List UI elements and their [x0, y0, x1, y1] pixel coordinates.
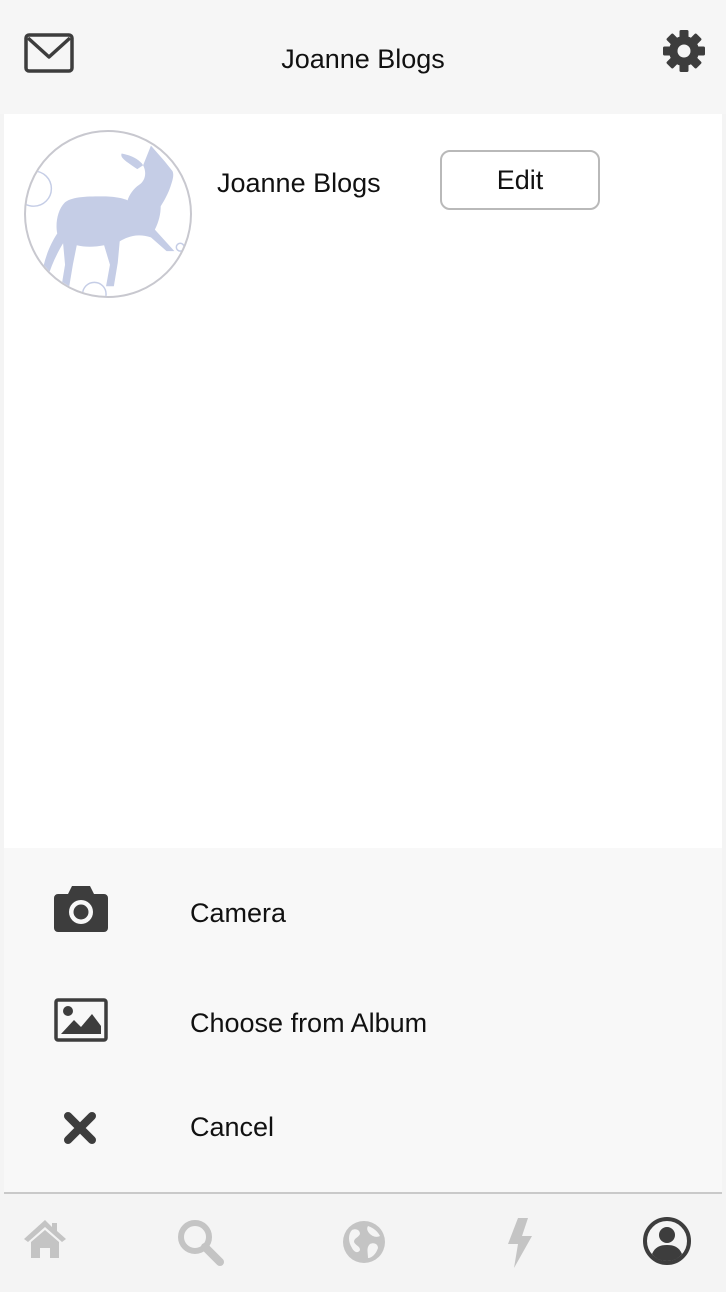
camera-icon — [54, 886, 108, 932]
page-title: Joanne Blogs — [281, 44, 445, 74]
top-nav-bar: Joanne Blogs — [0, 0, 726, 114]
image-icon — [54, 998, 108, 1042]
photo-action-sheet: Camera Choose from Album Cancel — [4, 848, 722, 1194]
album-label: Choose from Album — [190, 1008, 428, 1038]
close-icon — [64, 1112, 96, 1144]
action-cancel[interactable]: Cancel — [4, 1082, 722, 1172]
camera-label: Camera — [190, 898, 287, 928]
search-icon[interactable] — [176, 1218, 224, 1266]
lightning-icon[interactable] — [504, 1218, 536, 1268]
edit-button[interactable]: Edit — [440, 150, 600, 210]
profile-name: Joanne Blogs — [217, 168, 381, 198]
bottom-tab-bar — [0, 1196, 726, 1292]
cancel-label: Cancel — [190, 1112, 275, 1142]
gear-icon[interactable] — [662, 29, 706, 73]
profile-icon[interactable] — [642, 1216, 692, 1266]
avatar[interactable] — [24, 130, 192, 298]
unicorn-avatar — [26, 145, 185, 296]
action-choose-album[interactable]: Choose from Album — [4, 978, 722, 1068]
globe-icon[interactable] — [342, 1220, 386, 1264]
home-icon[interactable] — [22, 1218, 68, 1260]
action-camera[interactable]: Camera — [4, 868, 722, 958]
profile-content: Joanne Blogs Edit — [4, 114, 722, 848]
